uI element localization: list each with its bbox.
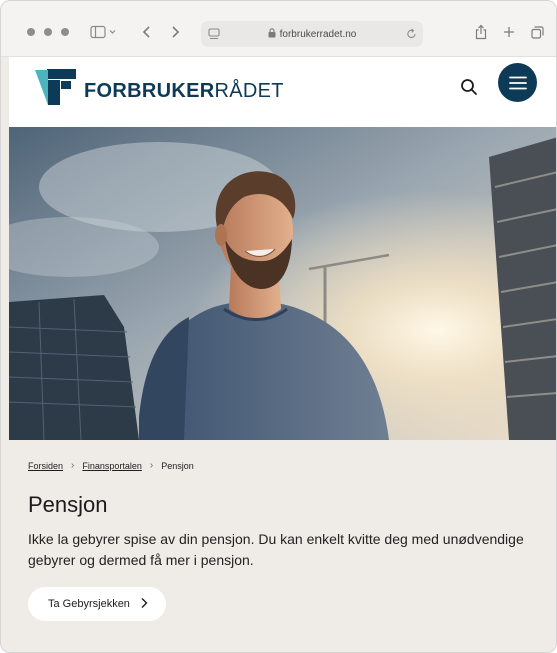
search-icon[interactable] [457,75,481,99]
logo-wordmark[interactable]: FORBRUKERRÅDET [84,80,284,103]
page-title: Pensjon [28,492,108,517]
menu-button[interactable] [498,63,537,102]
logo-wordmark-light: RÅDET [214,80,284,102]
lock-icon [268,27,276,41]
url-text: forbrukerradet.no [279,28,357,40]
main-content: Forsiden › Finansportalen › Pensjon Pens… [9,440,556,652]
chevron-right-icon: › [71,460,75,471]
address-bar[interactable]: forbrukerradet.no [201,21,423,47]
sidebar-icon[interactable] [88,20,120,44]
breadcrumb: Forsiden › Finansportalen › Pensjon [28,460,194,471]
chevron-right-icon [140,597,148,612]
gebyrsjekken-button[interactable]: Ta Gebyrsjekken [28,587,166,621]
breadcrumb-item-forsiden[interactable]: Forsiden [28,461,63,471]
back-icon[interactable] [139,20,155,44]
zoom-window-dot[interactable] [61,28,69,36]
tabs-overview-icon[interactable] [529,20,545,44]
site-header: FORBRUKERRÅDET [9,57,556,127]
menu-icon [508,76,527,89]
new-tab-icon[interactable] [501,20,517,44]
forward-icon[interactable] [167,20,183,44]
browser-toolbar: forbrukerradet.no [1,1,556,57]
gebyrsjekken-button-label: Ta Gebyrsjekken [48,598,130,610]
browser-window: forbrukerradet.no FORBRUKERRÅDET Forside… [0,0,557,653]
close-window-dot[interactable] [27,28,35,36]
breadcrumb-item-current: Pensjon [161,460,194,471]
chevron-right-icon: › [149,460,154,471]
share-icon[interactable] [473,20,489,44]
logo-wordmark-bold: FORBRUKER [84,80,215,102]
hero-image [9,127,556,440]
forbrukerradet-logo-icon[interactable] [35,67,79,107]
minimize-window-dot[interactable] [44,28,52,36]
reload-icon[interactable] [403,22,419,46]
tab-icon[interactable] [206,22,222,46]
breadcrumb-item-finansportalen[interactable]: Finansportalen [82,461,142,471]
intro-text: Ikke la gebyrer spise av din pensjon. Du… [28,531,524,568]
